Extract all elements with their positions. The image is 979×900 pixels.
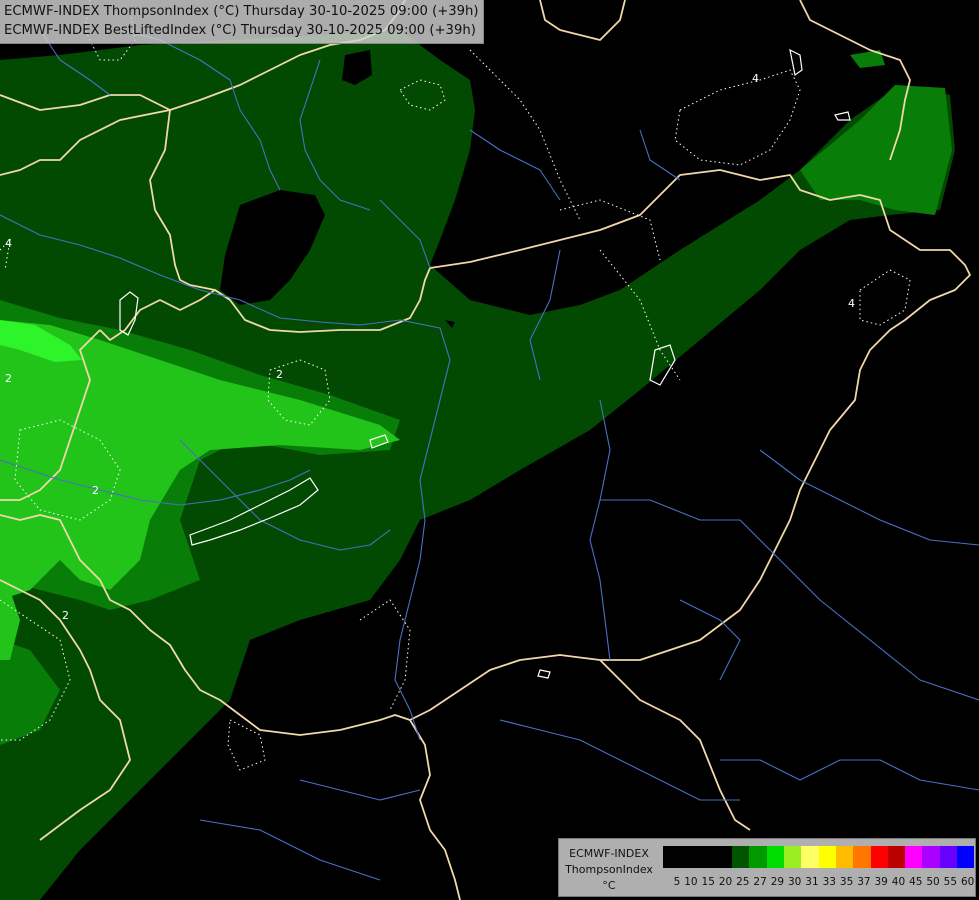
legend-tick-label: 27 (753, 876, 767, 888)
title-line-bestlifted: ECMWF-INDEX BestLiftedIndex (°C) Thursda… (4, 23, 476, 38)
contour-label: 2 (276, 368, 283, 381)
legend-tick-label: 31 (805, 876, 819, 888)
contour-label: 2 (5, 372, 12, 385)
legend-tick-label: 39 (874, 876, 888, 888)
legend-tick-label: 30 (788, 876, 802, 888)
legend-swatch (870, 846, 888, 868)
contour-label: 2 (62, 609, 69, 622)
legend-tick-label: 60 (960, 876, 975, 888)
legend-tick-label: 20 (718, 876, 733, 888)
legend-tick-label: 29 (770, 876, 785, 888)
legend-swatch (749, 846, 767, 868)
legend-swatch (853, 846, 871, 868)
legend-tick-label: 50 (926, 876, 940, 888)
legend-tick-label: 35 (839, 876, 854, 888)
legend-swatch-row (663, 846, 975, 868)
legend-tick-row: 5 10 15 20 25 27 29 30 31 33 35 37 39 40 45 50 55 60 (663, 876, 975, 888)
contour-label: 4 (848, 297, 855, 310)
color-legend: ECMWF-INDEX ThompsonIndex °C 5 10 15 20 25 27… (558, 838, 976, 897)
contour-label: 2 (92, 484, 99, 497)
legend-swatch (905, 846, 923, 868)
contour-label: 4 (5, 237, 12, 250)
legend-tick-label: 37 (857, 876, 871, 888)
legend-swatch (957, 846, 975, 868)
legend-tick-label: 33 (822, 876, 836, 888)
legend-tick-label: 40 (891, 876, 906, 888)
weather-map: 2 2 2 2 4 4 4 (0, 0, 979, 900)
legend-tick-label: 25 (736, 876, 750, 888)
legend-swatch (697, 846, 715, 868)
legend-tick-label: 10 (684, 876, 698, 888)
legend-swatch (732, 846, 750, 868)
legend-tick-label: 15 (701, 876, 715, 888)
legend-tick-label: 5 (673, 876, 681, 888)
legend-swatch (887, 846, 906, 868)
legend-swatch (784, 846, 802, 868)
legend-swatch (801, 846, 819, 868)
map-title-box: ECMWF-INDEX ThompsonIndex (°C) Thursday … (0, 0, 484, 44)
legend-swatch (835, 846, 854, 868)
title-line-thompson: ECMWF-INDEX ThompsonIndex (°C) Thursday … (4, 4, 479, 19)
legend-swatch (680, 846, 698, 868)
legend-swatch (663, 846, 681, 868)
legend-unit: °C (602, 879, 616, 892)
legend-swatch (714, 846, 733, 868)
legend-tick-label: 45 (909, 876, 923, 888)
legend-swatch (922, 846, 940, 868)
legend-model: ECMWF-INDEX (569, 847, 649, 860)
legend-swatch (939, 846, 958, 868)
contour-label: 4 (752, 72, 759, 85)
legend-swatch (766, 846, 785, 868)
legend-parameter: ThompsonIndex (565, 863, 653, 876)
legend-tick-label: 55 (943, 876, 958, 888)
legend-swatch (818, 846, 836, 868)
